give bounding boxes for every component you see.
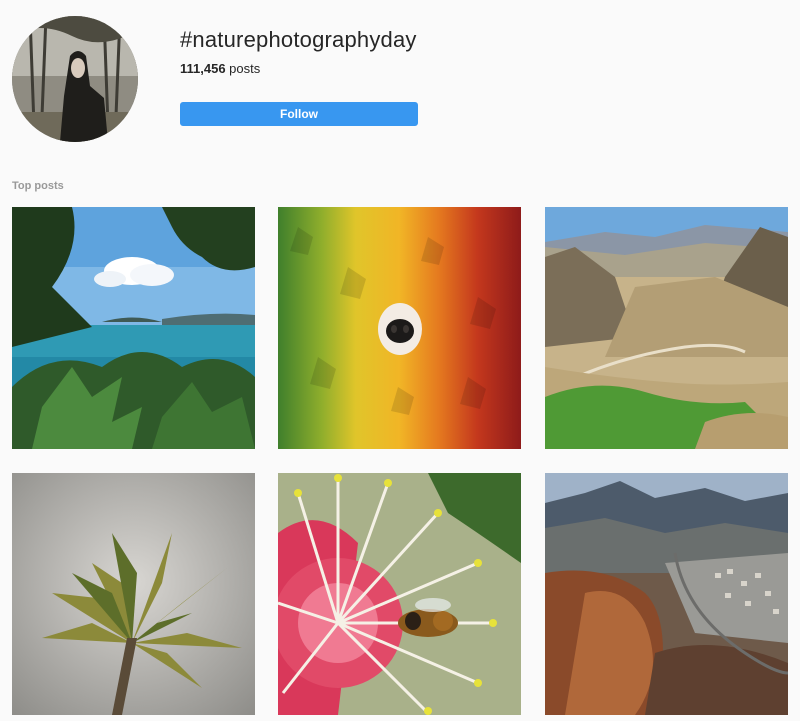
- autumn-leaves-photo: [278, 207, 521, 449]
- post-count-suffix: posts: [225, 61, 261, 76]
- post-thumbnail[interactable]: [545, 207, 788, 449]
- top-posts-label: Top posts: [12, 180, 64, 192]
- mountain-valley-photo: [545, 207, 788, 449]
- post-thumbnail[interactable]: [278, 473, 521, 715]
- bee-flower-photo: [278, 473, 521, 715]
- post-count-number: 111,456: [180, 61, 226, 76]
- hashtag-avatar: [12, 16, 138, 142]
- hashtag-title: #naturephotographyday: [180, 27, 417, 52]
- leaf-bud-photo: [12, 473, 255, 715]
- post-thumbnail[interactable]: [545, 473, 788, 715]
- post-thumbnail[interactable]: [12, 207, 255, 449]
- post-thumbnail[interactable]: [12, 473, 255, 715]
- post-count: 111,456 posts: [180, 61, 260, 76]
- avatar-photo: [12, 16, 138, 142]
- seaside-photo: [12, 207, 255, 449]
- aerial-landscape-photo: [545, 473, 788, 715]
- post-thumbnail[interactable]: [278, 207, 521, 449]
- follow-button[interactable]: Follow: [180, 102, 418, 126]
